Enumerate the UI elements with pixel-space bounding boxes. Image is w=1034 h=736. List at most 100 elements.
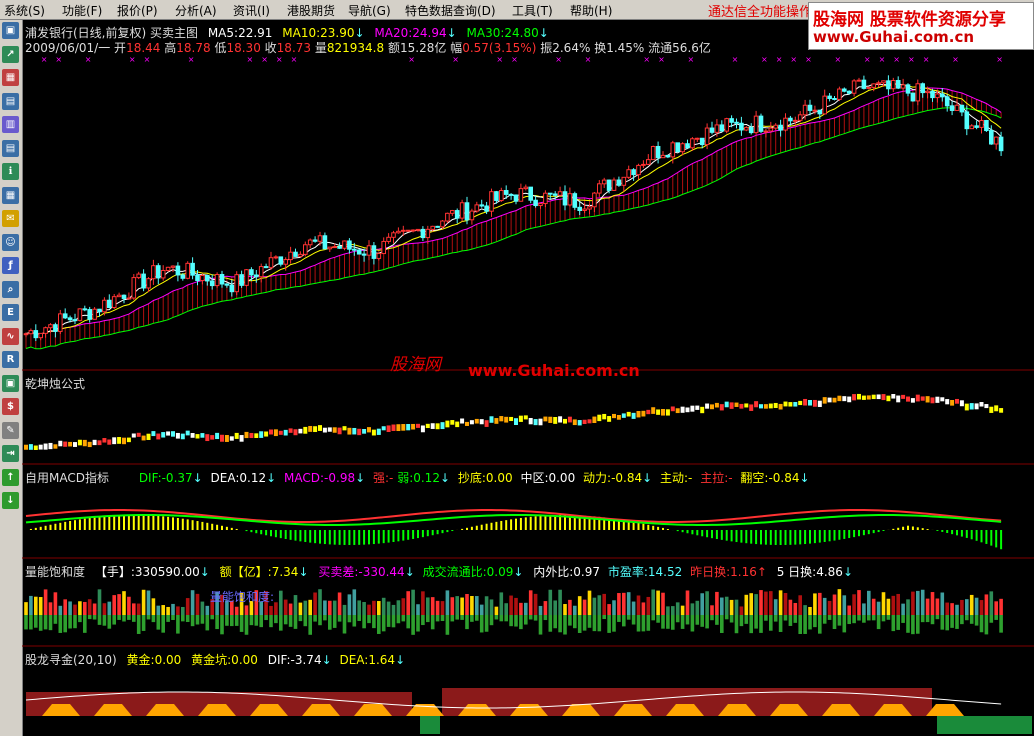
volume-bar-neg — [484, 615, 489, 632]
volume-bar — [778, 590, 783, 615]
volume-bar — [426, 597, 430, 615]
exit-icon[interactable]: ⇥ — [2, 445, 19, 462]
down-arrow-icon: ↓ — [513, 565, 524, 579]
menu-quote[interactable]: 报价(P) — [117, 2, 158, 19]
qiankun-candle — [597, 414, 602, 422]
volume-bar — [352, 589, 357, 615]
mail-icon[interactable]: ✉ — [2, 210, 19, 227]
qiankun-candle — [729, 402, 734, 409]
volume-bar — [999, 598, 1003, 615]
candle-body — [846, 90, 852, 94]
left-toolbar: ▣ ↗ ▦ ▤ ▥ ▤ ℹ ▦ ✉ ☺ ƒ ⌕ E ∿ R ▣ $ ✎ ⇥ ↑ ↓ — [0, 20, 23, 736]
rsi-icon[interactable]: R — [2, 351, 19, 368]
volume-bar-neg — [764, 615, 768, 621]
chart-area: × × × × × × × × × × × × × × × × × × × × × × × × × × × × × × × × 浦发银行(日线… — [22, 20, 1034, 736]
info-icon[interactable]: ℹ — [2, 163, 19, 180]
qiankun-candle — [979, 402, 984, 407]
qiankun-candle — [77, 439, 82, 446]
qiankun-candle — [577, 420, 582, 426]
candle-body — [352, 248, 357, 251]
volume-bar — [475, 596, 479, 615]
menu-special-data[interactable]: 特色数据查询(D) — [405, 2, 496, 19]
macd-pull: 主拉:- — [700, 471, 733, 485]
tools-icon[interactable]: ✎ — [2, 421, 19, 439]
candle-body — [778, 124, 783, 131]
down-arrow-icon[interactable]: ↓ — [2, 492, 19, 509]
volume-bar — [156, 605, 161, 615]
up-arrow-icon[interactable]: ↑ — [2, 468, 19, 486]
volume-bar — [984, 594, 989, 615]
gold-pit-value: 黄金坑:0.00 — [191, 653, 258, 667]
search-icon[interactable]: ⌕ — [2, 280, 19, 298]
money-icon[interactable]: $ — [2, 398, 19, 415]
volume-bar — [34, 596, 38, 615]
menu-help[interactable]: 帮助(H) — [570, 2, 612, 19]
menu-system[interactable]: 系统(S) — [4, 2, 45, 19]
signal-marker: × — [276, 55, 283, 64]
candle-body — [268, 257, 274, 269]
volume-bar — [308, 599, 312, 615]
table-icon[interactable]: ▤ — [2, 139, 19, 157]
qiankun-candle — [357, 428, 362, 436]
menu-tools[interactable]: 工具(T) — [512, 2, 553, 19]
qiankun-candle — [626, 411, 631, 417]
volume-bar-neg — [406, 615, 410, 629]
home-icon[interactable]: ▣ — [2, 22, 19, 39]
qiankun-candle — [73, 442, 77, 447]
volume-bar-neg — [906, 615, 910, 633]
qiankun-candle — [371, 429, 376, 436]
candle-icon[interactable]: ▤ — [2, 92, 19, 110]
gold-dif: DIF:-3.74 — [267, 653, 322, 667]
menu-function[interactable]: 功能(F) — [62, 2, 102, 19]
fx-icon[interactable]: ƒ — [2, 257, 19, 274]
trend-icon[interactable]: ↗ — [2, 45, 19, 63]
qiankun-candle — [298, 428, 303, 434]
down-arrow-icon: ↓ — [298, 565, 309, 579]
candle-body — [239, 274, 244, 286]
qiankun-candle — [744, 403, 749, 408]
qiankun-candle — [82, 439, 87, 447]
chart-icon[interactable]: ▦ — [2, 69, 19, 86]
users-icon[interactable]: ☺ — [2, 233, 19, 251]
volume-bar — [524, 602, 528, 615]
menu-hk-futures[interactable]: 港股期货 — [287, 2, 335, 19]
qiankun-candle — [930, 397, 935, 404]
menu-news[interactable]: 资讯(I) — [233, 2, 270, 19]
candle-body — [107, 299, 112, 309]
menu-navigate[interactable]: 导航(G) — [348, 2, 391, 19]
panel2-title: 乾坤烛公式 — [25, 377, 86, 391]
qiankun-candle — [58, 440, 63, 447]
ma20-line — [25, 87, 1002, 335]
monitor-icon[interactable]: ▣ — [2, 374, 19, 392]
volume-bar-neg — [102, 615, 107, 626]
volume-bar — [769, 591, 773, 615]
qiankun-candle — [337, 427, 342, 435]
candle-body — [361, 253, 367, 256]
volume-bar — [965, 599, 969, 615]
signal-marker: × — [923, 55, 930, 64]
candle-body — [151, 265, 156, 280]
down-arrow-icon: ↓ — [842, 565, 854, 579]
close-value: 18.73 — [276, 41, 312, 55]
menu-analysis[interactable]: 分析(A) — [175, 2, 217, 19]
qiankun-candle — [53, 444, 58, 449]
volume-bar — [303, 600, 308, 615]
volume-bar-neg — [837, 615, 842, 626]
volume-bar — [808, 606, 812, 615]
qiankun-candle — [861, 395, 866, 400]
qiankun-candle — [935, 396, 940, 403]
candle-body — [200, 274, 205, 282]
volume-bar-neg — [582, 615, 587, 631]
list-icon[interactable]: ▥ — [2, 116, 19, 133]
qiankun-candle — [499, 416, 504, 422]
qiankun-candle — [955, 398, 959, 404]
candle-body — [621, 176, 627, 186]
high-label: 高 — [164, 41, 177, 55]
volume-bar-neg — [592, 615, 597, 632]
etf-icon[interactable]: E — [2, 304, 19, 321]
grid-icon[interactable]: ▦ — [2, 186, 19, 204]
volume-bar — [827, 600, 832, 615]
volume-bar — [700, 593, 704, 615]
volume-bar-neg — [430, 615, 435, 630]
line-icon[interactable]: ∿ — [2, 327, 19, 345]
